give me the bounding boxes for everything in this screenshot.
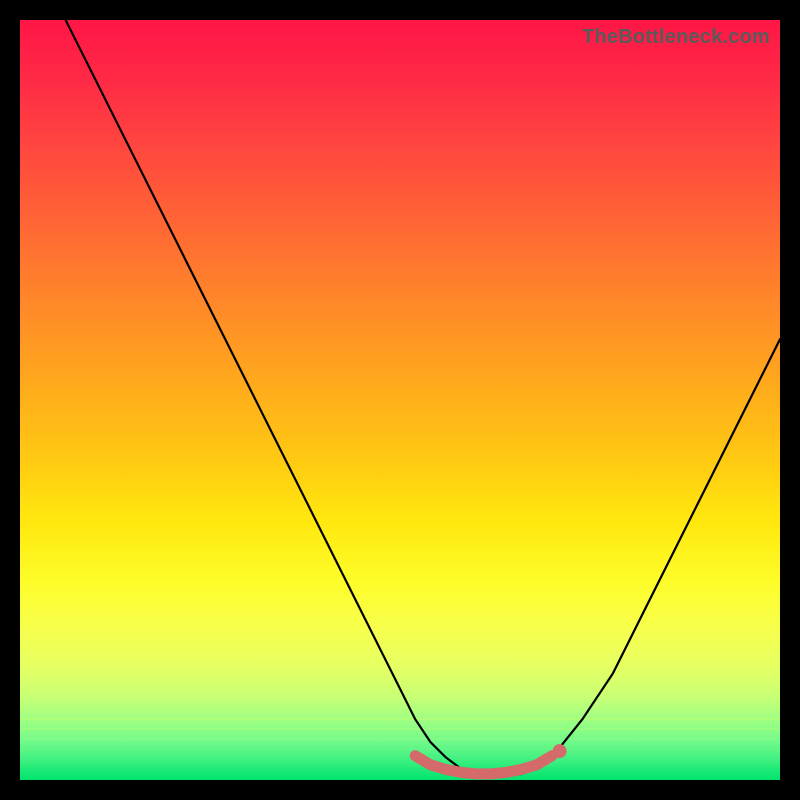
highlight-curve [415,756,552,774]
highlight-dot [553,744,567,758]
curve-layer [20,20,780,780]
chart-frame: TheBottleneck.com [0,0,800,800]
bottleneck-curve [66,20,780,776]
watermark-text: TheBottleneck.com [582,26,770,49]
plot-area: TheBottleneck.com [20,20,780,780]
